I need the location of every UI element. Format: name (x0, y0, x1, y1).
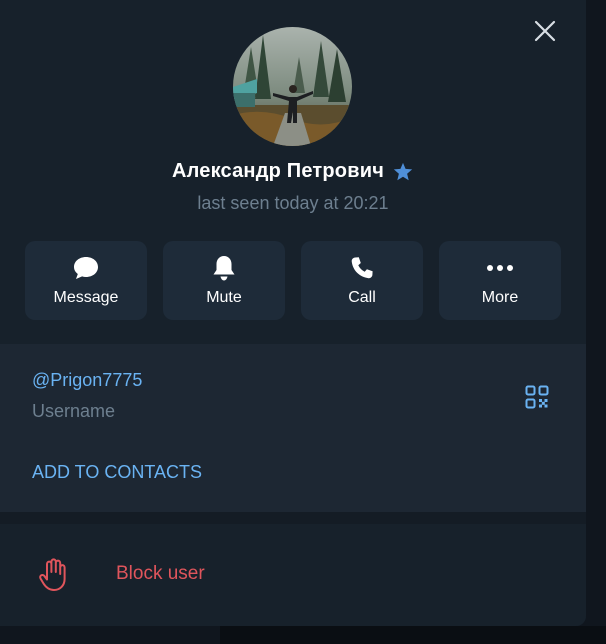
qr-code-icon (525, 385, 549, 409)
block-user-label: Block user (116, 563, 205, 584)
profile-name: Александр Петрович (171, 160, 385, 182)
mute-label: Mute (206, 289, 242, 306)
message-icon (72, 254, 100, 282)
section-divider (0, 512, 586, 524)
more-button[interactable]: More (439, 241, 561, 320)
more-label: More (481, 289, 519, 306)
hand-stop-icon (39, 558, 66, 591)
add-to-contacts-button[interactable]: ADD TO CONTACTS (32, 462, 202, 483)
user-info-panel: Александр Петрович last seen today at 20… (0, 0, 586, 626)
bell-icon (211, 254, 237, 282)
message-label: Message (53, 289, 119, 306)
name-row: Александр Петрович (0, 160, 586, 183)
close-icon (534, 20, 556, 42)
close-button[interactable] (528, 14, 562, 48)
mute-button[interactable]: Mute (163, 241, 285, 320)
call-label: Call (348, 289, 376, 306)
call-button[interactable]: Call (301, 241, 423, 320)
danger-section: Block user (0, 524, 586, 626)
avatar[interactable] (233, 27, 352, 146)
block-user-button[interactable]: Block user (0, 548, 586, 600)
username-value[interactable]: @Prigon7775 (32, 370, 142, 391)
username-label: Username (32, 401, 116, 421)
backdrop-strip (220, 626, 606, 644)
more-dots-icon (486, 254, 514, 282)
info-section: @Prigon7775 Username ADD TO CONTACTS (0, 344, 586, 512)
phone-icon (349, 254, 375, 282)
qr-code-button[interactable] (520, 380, 554, 414)
last-seen-status: last seen today at 20:21 (197, 193, 389, 213)
message-button[interactable]: Message (25, 241, 147, 320)
star-icon (393, 162, 413, 180)
avatar-photo (233, 27, 352, 146)
action-buttons: Message Mute Call More (25, 241, 561, 320)
